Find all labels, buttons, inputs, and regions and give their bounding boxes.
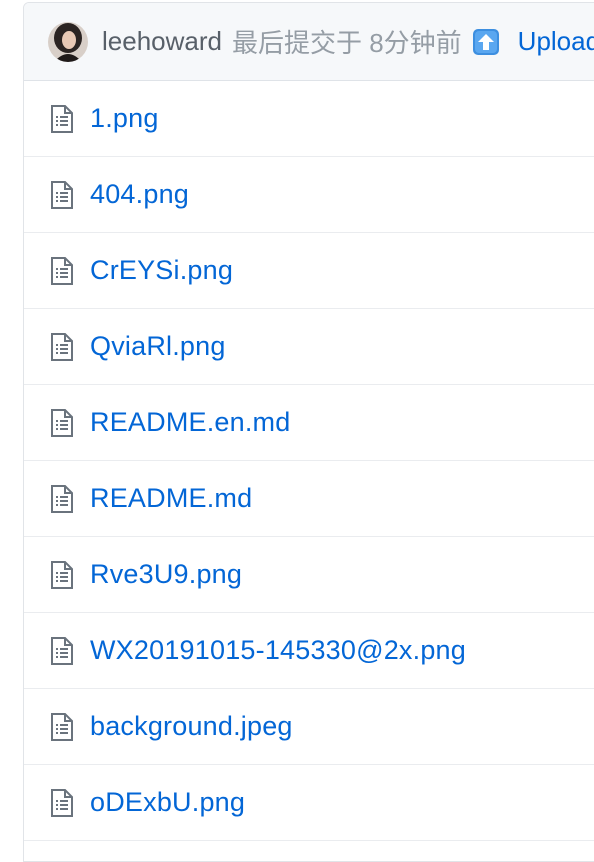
file-name-link[interactable]: README.md bbox=[90, 483, 252, 514]
file-row[interactable]: CrEYSi.png bbox=[24, 233, 594, 309]
file-name-link[interactable]: CrEYSi.png bbox=[90, 255, 233, 286]
file-icon bbox=[50, 104, 74, 133]
file-name-link[interactable]: Rve3U9.png bbox=[90, 559, 242, 590]
file-icon bbox=[50, 408, 74, 437]
file-row[interactable]: oDExbU.png bbox=[24, 765, 594, 841]
file-icon bbox=[50, 332, 74, 361]
file-browser-panel: leehoward 最后提交于 8分钟前 Upload 1.png 404.pn… bbox=[23, 2, 594, 862]
file-row[interactable]: WX20191015-145330@2x.png bbox=[24, 613, 594, 689]
file-row[interactable]: Rve3U9.png bbox=[24, 537, 594, 613]
file-row[interactable]: QviaRl.png bbox=[24, 309, 594, 385]
file-list: 1.png 404.png CrEYSi.png QviaRl.png READ… bbox=[24, 81, 594, 841]
commit-author-link[interactable]: leehoward bbox=[102, 26, 222, 57]
file-row[interactable]: 1.png bbox=[24, 81, 594, 157]
file-icon bbox=[50, 180, 74, 209]
commit-message-link[interactable]: Upload bbox=[518, 26, 594, 57]
file-name-link[interactable]: README.en.md bbox=[90, 407, 290, 438]
file-row[interactable]: README.md bbox=[24, 461, 594, 537]
file-row[interactable]: 404.png bbox=[24, 157, 594, 233]
file-name-link[interactable]: WX20191015-145330@2x.png bbox=[90, 635, 466, 666]
file-name-link[interactable]: background.jpeg bbox=[90, 711, 293, 742]
arrow-up-emoji-icon bbox=[472, 28, 500, 56]
file-name-link[interactable]: 1.png bbox=[90, 103, 159, 134]
file-name-link[interactable]: QviaRl.png bbox=[90, 331, 226, 362]
file-icon bbox=[50, 560, 74, 589]
latest-commit-bar: leehoward 最后提交于 8分钟前 Upload bbox=[24, 3, 594, 81]
commit-time-text: 最后提交于 8分钟前 bbox=[231, 28, 462, 58]
author-avatar[interactable] bbox=[48, 21, 88, 62]
file-icon bbox=[50, 788, 74, 817]
file-icon bbox=[50, 636, 74, 665]
file-name-link[interactable]: oDExbU.png bbox=[90, 787, 245, 818]
file-icon bbox=[50, 484, 74, 513]
file-name-link[interactable]: 404.png bbox=[90, 179, 189, 210]
file-row[interactable]: README.en.md bbox=[24, 385, 594, 461]
file-icon bbox=[50, 712, 74, 741]
file-row[interactable]: background.jpeg bbox=[24, 689, 594, 765]
file-icon bbox=[50, 256, 74, 285]
